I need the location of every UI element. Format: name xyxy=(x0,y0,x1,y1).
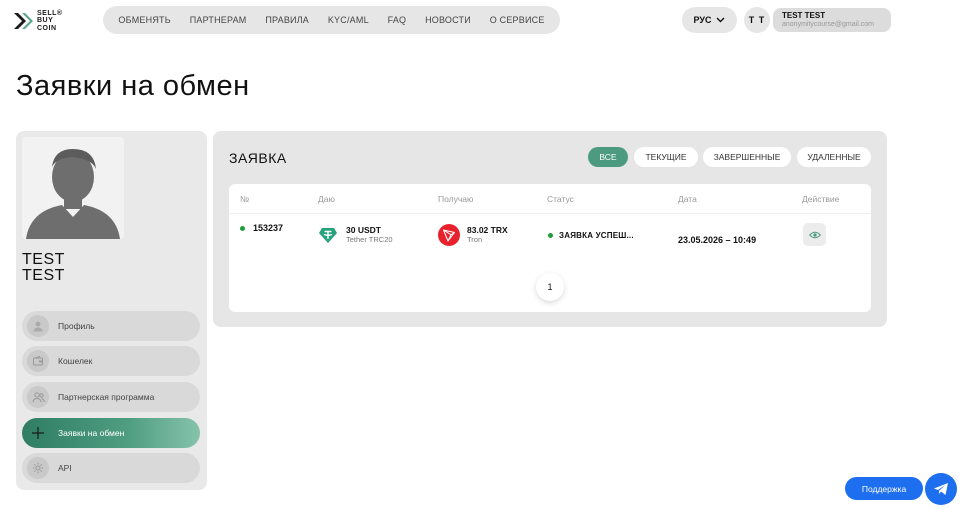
profile-first-name: TEST xyxy=(22,251,65,268)
sidebar-item-exchange-requests[interactable]: Заявки на обмен xyxy=(22,418,200,448)
filter-current[interactable]: ТЕКУЩИЕ xyxy=(634,147,698,167)
logo-mark-icon xyxy=(14,13,33,29)
column-header: Дата xyxy=(678,194,697,204)
telegram-button[interactable] xyxy=(925,473,957,505)
column-header: Статус xyxy=(547,194,574,204)
user-icon xyxy=(27,315,49,337)
orders-panel: ЗАЯВКА ВСЕ ТЕКУЩИЕ ЗАВЕРШЕННЫЕ УДАЛЕННЫЕ… xyxy=(213,131,887,327)
sidebar-item-label: Кошелек xyxy=(58,356,93,366)
header-divider xyxy=(229,213,871,214)
order-id: 153237 xyxy=(253,223,284,233)
column-header: Даю xyxy=(318,194,335,204)
column-header: Действие xyxy=(802,194,840,204)
telegram-icon xyxy=(934,483,948,495)
gear-icon xyxy=(27,457,49,479)
sidebar: TEST TEST Профиль Кошелек Партнерская пр… xyxy=(16,131,207,490)
view-button[interactable] xyxy=(803,223,826,246)
avatar[interactable]: T T xyxy=(744,7,770,33)
sidebar-item-label: API xyxy=(58,463,72,473)
tron-icon xyxy=(438,224,460,246)
sidebar-item-wallet[interactable]: Кошелек xyxy=(22,346,200,376)
nav-partners[interactable]: ПАРТНЕРАМ xyxy=(190,15,247,25)
tether-icon xyxy=(319,228,337,243)
language-label: РУС xyxy=(693,15,712,25)
profile-last-name: TEST xyxy=(22,267,65,284)
status-dot xyxy=(548,233,553,238)
language-selector[interactable]: РУС xyxy=(682,7,737,33)
sidebar-item-api[interactable]: API xyxy=(22,453,200,483)
partners-icon xyxy=(27,386,49,408)
column-header: № xyxy=(240,194,250,204)
status-badge: ЗАЯВКА УСПЕШ... xyxy=(559,231,634,240)
user-email: anonymitycourse@gmail.com xyxy=(782,21,874,28)
filter-deleted[interactable]: УДАЛЕННЫЕ xyxy=(797,147,871,167)
get-amount: 83.02 TRX xyxy=(467,225,508,235)
user-silhouette-icon xyxy=(26,149,120,239)
get-network: Tron xyxy=(467,235,483,244)
pagination-page-1[interactable]: 1 xyxy=(536,273,564,301)
nav-news[interactable]: НОВОСТИ xyxy=(425,15,471,25)
sidebar-item-partners[interactable]: Партнерская программа xyxy=(22,382,200,412)
support-button[interactable]: Поддержка xyxy=(845,477,923,500)
filter-completed[interactable]: ЗАВЕРШЕННЫЕ xyxy=(703,147,791,167)
sidebar-item-label: Профиль xyxy=(58,321,95,331)
profile-photo xyxy=(22,137,124,239)
status-dot xyxy=(240,225,245,231)
column-header: Получаю xyxy=(438,194,474,204)
panel-title: ЗАЯВКА xyxy=(229,150,287,166)
user-menu[interactable]: TEST TEST anonymitycourse@gmail.com xyxy=(773,8,891,32)
nav-about[interactable]: О СЕРВИСЕ xyxy=(490,15,545,25)
sidebar-item-label: Заявки на обмен xyxy=(58,428,125,438)
chevron-down-icon xyxy=(716,17,725,23)
nav-exchange[interactable]: ОБМЕНЯТЬ xyxy=(118,15,170,25)
give-amount: 30 USDT xyxy=(346,225,381,235)
sidebar-item-label: Партнерская программа xyxy=(58,392,155,402)
nav-faq[interactable]: FAQ xyxy=(388,15,407,25)
filter-all[interactable]: ВСЕ xyxy=(588,147,628,167)
sidebar-item-profile[interactable]: Профиль xyxy=(22,311,200,341)
nav-rules[interactable]: ПРАВИЛА xyxy=(265,15,309,25)
wallet-icon xyxy=(27,350,49,372)
exchange-icon xyxy=(27,422,49,444)
eye-icon xyxy=(808,231,821,238)
logo[interactable]: SELL® BUY COIN xyxy=(12,8,74,34)
order-date: 23.05.2026 – 10:49 xyxy=(678,235,757,245)
top-nav: ОБМЕНЯТЬ ПАРТНЕРАМ ПРАВИЛА KYC/AML FAQ Н… xyxy=(103,6,560,34)
page-title: Заявки на обмен xyxy=(16,70,250,102)
give-network: Tether TRC20 xyxy=(346,235,393,244)
orders-table: № Даю Получаю Статус Дата Действие 15323… xyxy=(229,184,871,312)
nav-kyc[interactable]: KYC/AML xyxy=(328,15,369,25)
logo-text: SELL® BUY COIN xyxy=(37,9,63,32)
user-name: TEST TEST xyxy=(782,11,826,20)
profile-name: TEST TEST xyxy=(22,252,65,284)
